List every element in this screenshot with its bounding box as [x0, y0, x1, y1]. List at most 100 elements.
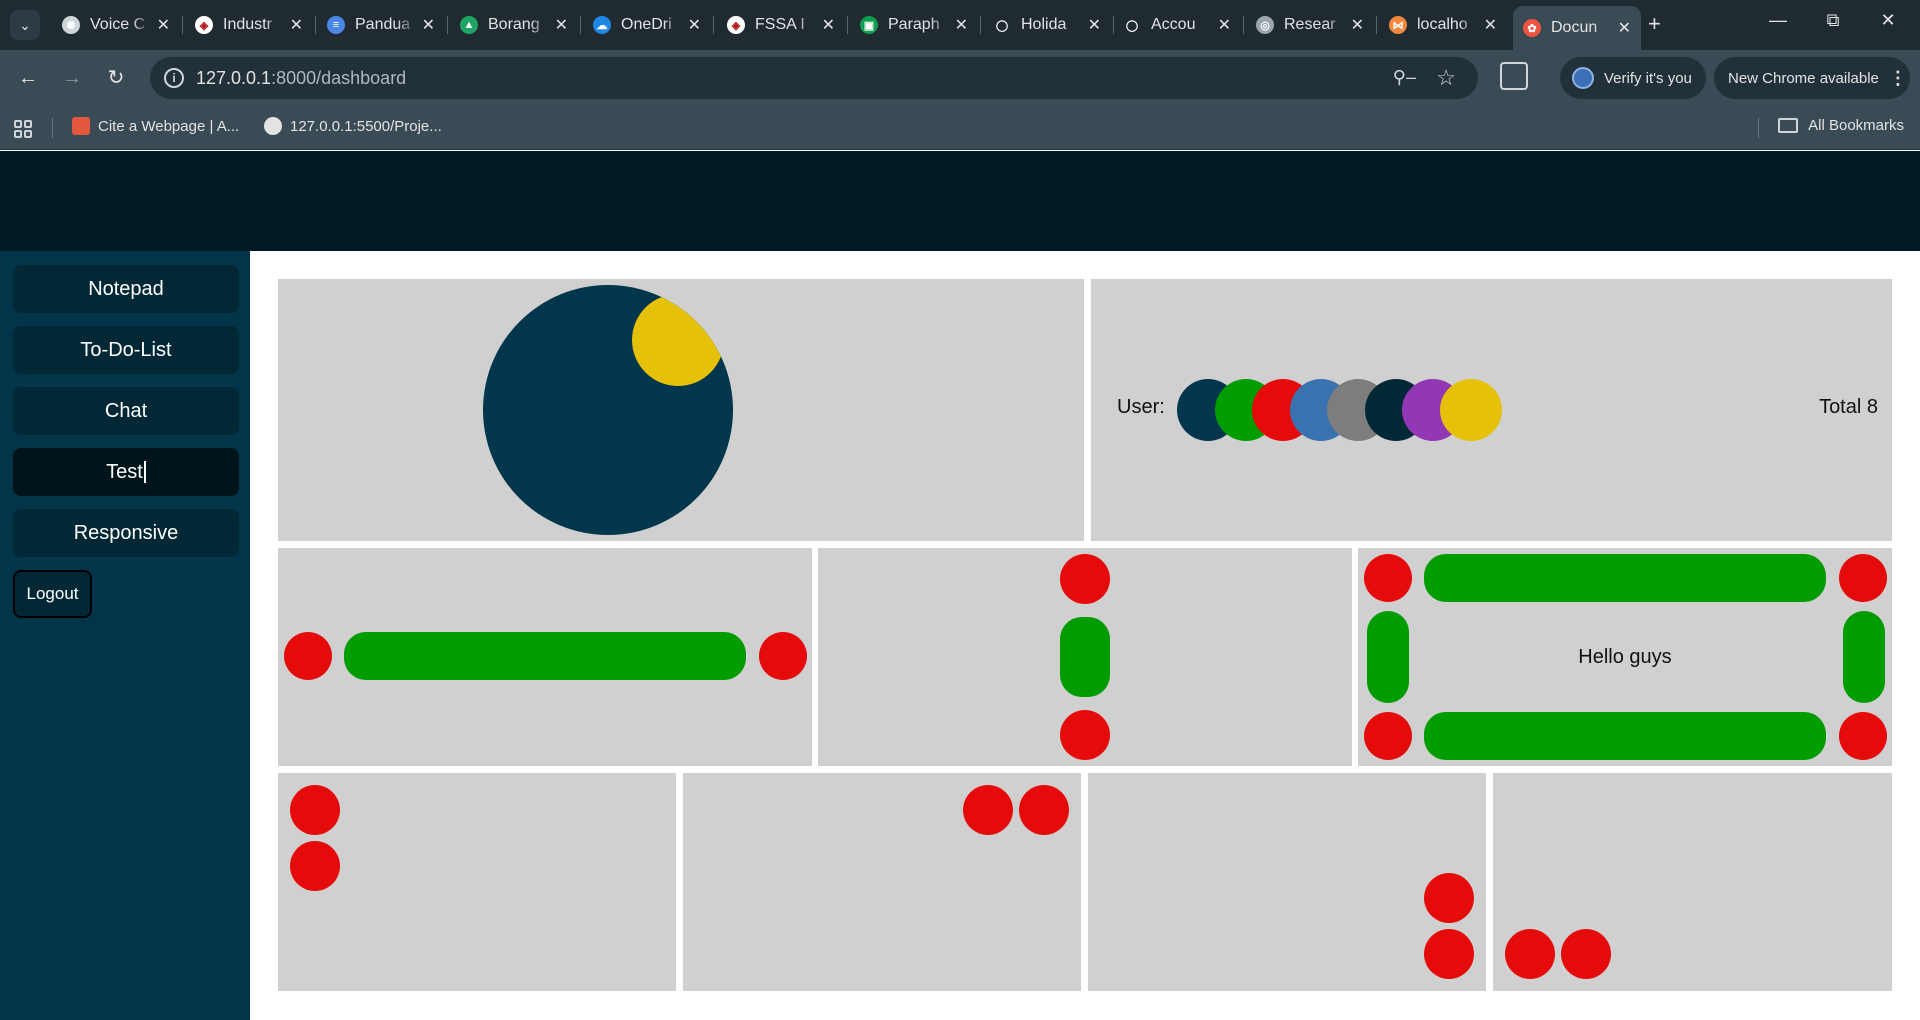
bookmark-localhost[interactable]: 127.0.0.1:5500/Proje... [264, 117, 442, 135]
tab-separator [713, 16, 714, 34]
tab-separator [1243, 16, 1244, 34]
cite-icon [72, 117, 90, 135]
verify-profile-button[interactable]: Verify it's you [1560, 57, 1706, 99]
tab-title: Industr [223, 16, 272, 33]
dashboard-main: User: Total 8 Hello guys [250, 251, 1920, 1020]
site-info-icon[interactable]: i [164, 68, 184, 88]
red-dot [1364, 554, 1412, 602]
update-chrome-button[interactable]: New Chrome available ⋮ [1714, 57, 1910, 99]
close-tab-icon[interactable]: ✕ [822, 15, 835, 35]
user-avatar [1439, 379, 1502, 441]
update-label: New Chrome available [1728, 69, 1879, 87]
logout-label: Logout [26, 584, 79, 603]
close-window-button[interactable]: ✕ [1868, 10, 1908, 31]
crest-icon: ◈ [727, 16, 745, 34]
restore-icon: ⧉ [1826, 10, 1840, 30]
restore-button[interactable]: ⧉ [1813, 10, 1853, 31]
robot-icon: ▣ [860, 16, 878, 34]
green-bar [1843, 611, 1885, 703]
tab-title: Resear [1284, 16, 1336, 33]
tab-search-button[interactable]: ⌄ [10, 10, 40, 40]
sidebar-item-test[interactable]: Test [13, 448, 239, 496]
tab-12[interactable]: ✿ Docun ✕ [1513, 6, 1641, 50]
tab-strip: ⌄ ✺ Voice C ✕ ◈ Industr ✕ ≡ Pandua ✕ ▲ Borang ✕ ☁ One… [0, 0, 1920, 50]
logout-button[interactable]: Logout [13, 570, 92, 618]
docs-icon: ≡ [327, 16, 345, 34]
apps-grid-icon[interactable] [14, 120, 32, 138]
sidebar-item-label: To-Do-List [80, 338, 172, 361]
green-bar [344, 632, 746, 680]
forward-button[interactable]: → [58, 64, 86, 92]
tab-title: Holida [1021, 16, 1067, 33]
dots-panel-bottom-left [1493, 773, 1892, 991]
tab-separator [315, 16, 316, 34]
sidebar-item-notepad[interactable]: Notepad [13, 265, 239, 313]
new-tab-button[interactable]: + [1648, 12, 1661, 36]
address-bar[interactable]: i 127.0.0.1:8000/dashboard ⚲– ☆ [150, 57, 1478, 99]
red-dot [1060, 710, 1110, 760]
page-header [0, 151, 1920, 251]
minimize-button[interactable]: — [1758, 10, 1798, 31]
pie-chart [483, 285, 733, 535]
chevron-down-icon: ⌄ [19, 16, 31, 33]
tab-8[interactable]: ◯ Holida ✕ [983, 7, 1111, 43]
bookmark-cite[interactable]: Cite a Webpage | A... [72, 117, 239, 135]
xampp-icon: ⋈ [1389, 16, 1407, 34]
sidebar-item-chat[interactable]: Chat [13, 387, 239, 435]
users-panel: User: Total 8 [1091, 279, 1892, 541]
sidebar-item-responsive[interactable]: Responsive [13, 509, 239, 557]
pie-slice-highlight [632, 294, 724, 386]
close-tab-icon[interactable]: ✕ [1088, 15, 1101, 35]
folder-icon [1778, 118, 1799, 133]
close-tab-icon[interactable]: ✕ [688, 15, 701, 35]
tab-4[interactable]: ▲ Borang ✕ [450, 7, 578, 43]
tab-title: Voice C [90, 16, 146, 33]
close-tab-icon[interactable]: ✕ [157, 15, 170, 35]
tab-3[interactable]: ≡ Pandua ✕ [317, 7, 445, 43]
tab-2[interactable]: ◈ Industr ✕ [185, 7, 313, 43]
green-bar [1424, 712, 1826, 760]
dots-panel-top-left [278, 773, 676, 991]
close-tab-icon[interactable]: ✕ [1218, 15, 1231, 35]
arrow-right-icon: → [62, 67, 82, 89]
close-tab-icon[interactable]: ✕ [290, 15, 303, 35]
tab-9[interactable]: ◯ Accou ✕ [1113, 7, 1241, 43]
back-button[interactable]: ← [14, 64, 42, 92]
tab-6[interactable]: ◈ FSSA I ✕ [717, 7, 845, 43]
openai-icon: ✺ [62, 16, 80, 34]
tab-1[interactable]: ✺ Voice C ✕ [52, 7, 180, 43]
tab-10[interactable]: ◎ Resear ✕ [1246, 7, 1374, 43]
github-icon: ◯ [993, 16, 1011, 34]
tab-separator [580, 16, 581, 34]
close-tab-icon[interactable]: ✕ [555, 15, 568, 35]
all-bookmarks-button[interactable]: All Bookmarks [1778, 117, 1904, 134]
bookmark-star-icon[interactable]: ☆ [1436, 65, 1456, 91]
close-tab-icon[interactable]: ✕ [955, 15, 968, 35]
reload-button[interactable]: ↻ [102, 64, 130, 92]
tab-5[interactable]: ☁ OneDri ✕ [583, 7, 711, 43]
tab-separator [182, 16, 183, 34]
red-dot [1561, 929, 1611, 979]
tab-title: Docun [1551, 19, 1598, 36]
close-tab-icon[interactable]: ✕ [1484, 15, 1497, 35]
url-text[interactable]: 127.0.0.1:8000/dashboard [196, 68, 406, 89]
close-tab-icon[interactable]: ✕ [422, 15, 435, 35]
sidebar-item-todo-list[interactable]: To-Do-List [13, 326, 239, 374]
extensions-icon[interactable] [1500, 62, 1528, 90]
red-dot [1019, 785, 1069, 835]
tab-7[interactable]: ▣ Paraph ✕ [850, 7, 978, 43]
plus-icon: + [1648, 11, 1661, 36]
red-dot [1424, 873, 1474, 923]
tab-separator [1376, 16, 1377, 34]
red-dot [290, 785, 340, 835]
password-key-icon[interactable]: ⚲– [1393, 67, 1416, 88]
tab-title: OneDri [621, 16, 672, 33]
tab-title: Paraph [888, 16, 940, 33]
close-tab-icon[interactable]: ✕ [1618, 18, 1631, 38]
tab-title: Pandua [355, 16, 411, 33]
tab-11[interactable]: ⋈ localho ✕ [1379, 7, 1507, 43]
sidebar-item-label: Chat [104, 399, 148, 422]
bookmark-divider [52, 118, 53, 138]
tab-separator [447, 16, 448, 34]
close-tab-icon[interactable]: ✕ [1351, 15, 1364, 35]
